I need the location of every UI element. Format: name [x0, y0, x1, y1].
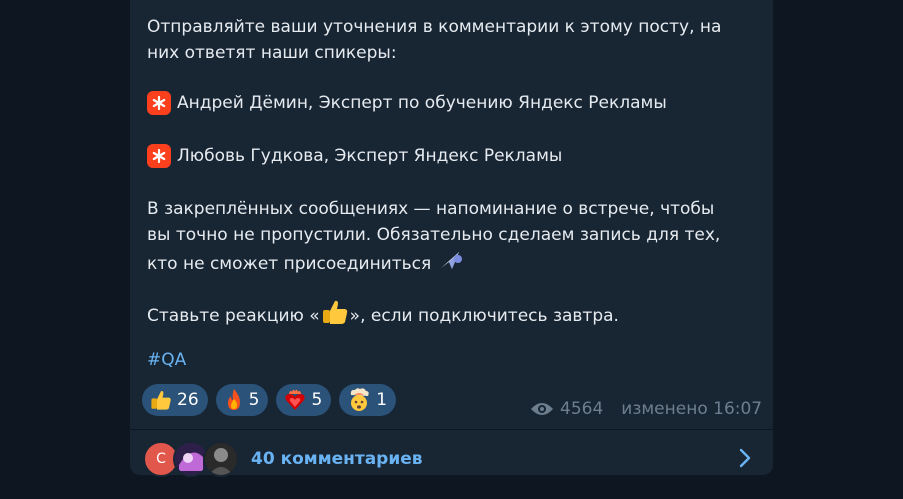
speaker-name: Андрей Дёмин, Эксперт по обучению Яндекс…	[177, 93, 667, 113]
message-pinned-note: В закреплённых сообщениях — напоминание …	[147, 196, 757, 280]
message-intro-line: Отправляйте ваши уточнения в комментарии…	[147, 17, 722, 37]
paper-plane-icon	[437, 248, 463, 280]
yandex-logo-icon	[147, 91, 171, 115]
fire-icon	[227, 389, 240, 410]
reaction-thumbs-up[interactable]: 26	[142, 384, 208, 416]
reaction-count: 5	[248, 390, 260, 410]
reaction-count: 1	[376, 390, 388, 410]
hashtag-link[interactable]: #QA	[147, 350, 186, 370]
commenter-avatars: С	[143, 441, 243, 477]
message-reaction-cta: Ставьте реакцию « », если подключитесь з…	[147, 297, 757, 335]
reaction-cta-suffix: », если подключитесь завтра.	[349, 306, 619, 326]
reaction-count: 26	[177, 390, 199, 410]
reaction-cta-prefix: Ставьте реакцию «	[147, 306, 320, 326]
reaction-exploding-head[interactable]: 1	[339, 384, 397, 416]
message-pinned-line: кто не сможет присоединиться	[147, 254, 432, 274]
comments-button[interactable]: С 40 комментариев	[130, 430, 773, 477]
yandex-logo-icon	[147, 144, 171, 168]
eye-icon	[531, 403, 553, 415]
speaker-item: Андрей Дёмин, Эксперт по обучению Яндекс…	[147, 90, 757, 116]
speaker-item: Любовь Гудкова, Эксперт Яндекс Рекламы	[147, 143, 757, 169]
exploding-head-icon	[351, 388, 369, 411]
views-count: 4564	[560, 399, 604, 419]
comments-count-label: 40 комментариев	[251, 449, 423, 469]
avatar-initial: С	[156, 451, 166, 467]
message-pinned-line: В закреплённых сообщениях — напоминание …	[147, 199, 715, 219]
edited-time: изменено 16:07	[621, 399, 763, 419]
speaker-name: Любовь Гудкова, Эксперт Яндекс Рекламы	[177, 146, 563, 166]
message-meta: 4564 изменено 16:07	[530, 399, 762, 419]
chevron-right-icon	[739, 448, 751, 468]
message-intro-line: них ответят наши спикеры:	[147, 43, 397, 63]
reactions-bar: 26 5 5 1	[142, 384, 397, 416]
message-intro: Отправляйте ваши уточнения в комментарии…	[147, 14, 757, 66]
reaction-heart-on-fire[interactable]: 5	[276, 384, 332, 416]
heart-on-fire-icon	[285, 389, 306, 410]
reaction-fire[interactable]: 5	[215, 384, 269, 416]
reaction-count: 5	[311, 390, 323, 410]
avatar	[203, 441, 239, 477]
message-pinned-line: вы точно не пропустили. Обязательно сдел…	[147, 225, 721, 245]
thumbs-up-icon	[151, 391, 171, 410]
thumbs-up-icon	[320, 297, 350, 335]
